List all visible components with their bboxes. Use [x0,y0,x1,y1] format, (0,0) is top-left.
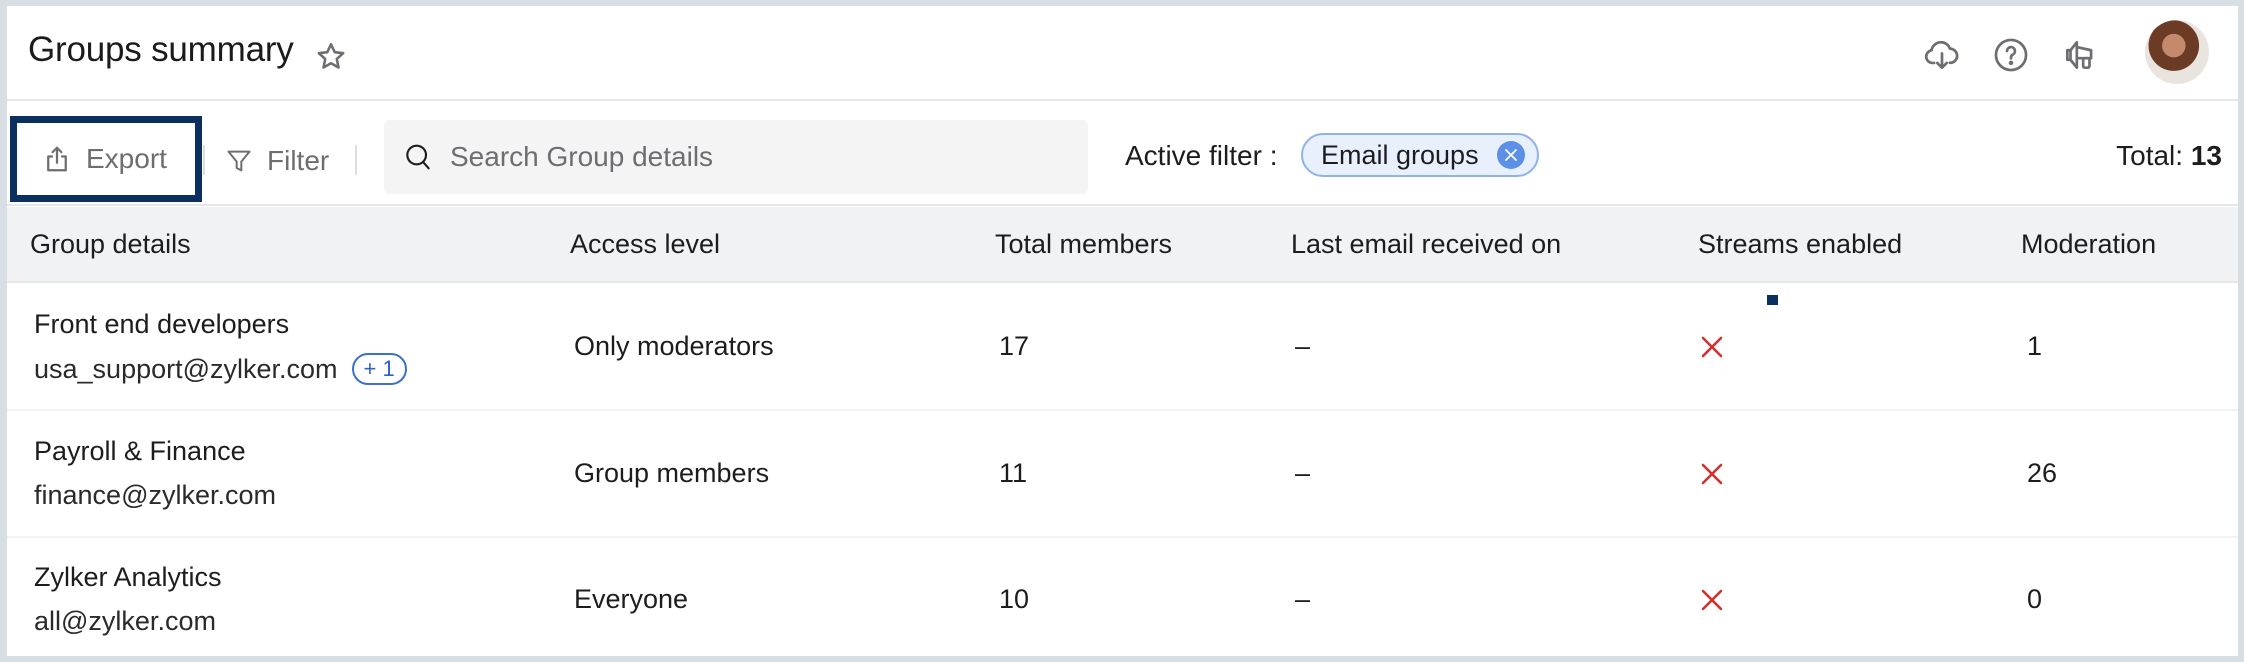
access-level: Everyone [574,584,689,614]
group-name[interactable]: Payroll & Finance [34,436,246,467]
streams-disabled-icon [1701,463,1723,485]
export-button[interactable]: Export [10,116,202,202]
streams-disabled-icon [1701,336,1723,358]
toolbar: Export Filter Active filter : Email grou… [7,103,2238,206]
export-icon [47,146,67,172]
group-email: finance@zylker.com [34,480,276,511]
last-email-received: – [1295,458,1311,488]
toolbar-divider [355,145,357,175]
total-value: 13 [2190,140,2222,171]
column-header-moderation[interactable]: Moderation [2021,229,2156,260]
user-avatar[interactable] [2145,20,2209,84]
remove-filter-button[interactable] [1496,141,1525,169]
more-emails-badge[interactable]: + 1 [351,353,407,385]
streams-disabled-icon [1701,589,1723,611]
chip-label: Email groups [1321,139,1479,170]
moderation-count: 1 [2027,331,2043,361]
table-row[interactable]: Zylker Analytics all@zylker.com Everyone… [7,538,2238,656]
column-header-streams-enabled[interactable]: Streams enabled [1698,229,1902,260]
access-level: Only moderators [574,331,774,361]
filter-button[interactable]: Filter [225,133,329,189]
moderation-count: 26 [2027,458,2058,488]
total-label: Total: [2116,140,2184,171]
table-row[interactable]: Front end developers usa_support@zylker.… [7,285,2238,411]
group-email: all@zylker.com [34,606,216,637]
total-members: 10 [999,584,1030,614]
total-members: 11 [999,458,1028,488]
column-header-total-members[interactable]: Total members [995,229,1172,260]
column-header-group-details[interactable]: Group details [30,229,191,260]
filter-label: Filter [267,145,330,176]
total-count: Total: 13 [2116,140,2222,172]
group-name[interactable]: Front end developers [34,309,289,340]
total-members: 17 [999,331,1030,361]
column-header-last-email[interactable]: Last email received on [1291,229,1561,260]
close-icon [1504,149,1517,161]
last-email-received: – [1295,331,1311,361]
star-icon[interactable] [314,40,348,74]
search-icon [406,144,430,170]
page-title: Groups summary [28,30,294,69]
table-row[interactable]: Payroll & Finance finance@zylker.com Gro… [7,412,2238,538]
search-input[interactable] [450,141,1050,173]
column-header-access-level[interactable]: Access level [570,229,720,260]
group-email-text: finance@zylker.com [34,480,276,510]
moderation-count: 0 [2027,584,2043,614]
page-header: Groups summary [7,6,2238,101]
export-label: Export [86,143,167,174]
groups-summary-panel: Groups summary Export Filter Search Grou… [7,6,2238,656]
group-email-text: all@zylker.com [34,606,216,636]
group-email: usa_support@zylker.com + 1 [34,353,407,385]
last-email-received: – [1295,584,1311,614]
group-email-text: usa_support@zylker.com [34,353,338,384]
group-name[interactable]: Zylker Analytics [34,562,222,593]
help-icon[interactable] [1992,36,2030,74]
search-box[interactable] [384,120,1088,194]
toolbar-divider [203,145,205,175]
cloud-download-icon[interactable] [1923,36,1961,74]
filter-icon [227,150,251,172]
megaphone-icon[interactable] [2061,36,2099,74]
access-level: Group members [574,458,770,488]
table-header: Group details Access level Total members… [7,207,2238,283]
active-filter-chip: Email groups [1301,133,1539,177]
active-filter-label: Active filter : [1125,140,1278,171]
